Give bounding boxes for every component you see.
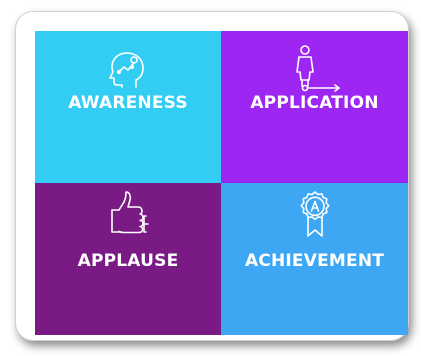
tile-application: APPLICATION: [221, 31, 408, 183]
award-ribbon-icon: [221, 189, 408, 241]
tile-label: APPLICATION: [250, 93, 379, 113]
tile-label: AWARENESS: [68, 93, 188, 113]
tile-label: ACHIEVEMENT: [244, 251, 385, 271]
tile-achievement: ACHIEVEMENT: [221, 183, 408, 335]
person-arrow-icon: [221, 43, 408, 95]
quadrant-grid: AWARENESS APPLICATION APPLAUSE ACHIEVEME…: [35, 31, 408, 335]
tile-applause: APPLAUSE: [35, 183, 221, 335]
thumbs-up-icon: [35, 189, 221, 241]
head-idea-icon: [35, 43, 221, 95]
tile-awareness: AWARENESS: [35, 31, 221, 183]
tile-label: APPLAUSE: [77, 251, 179, 271]
